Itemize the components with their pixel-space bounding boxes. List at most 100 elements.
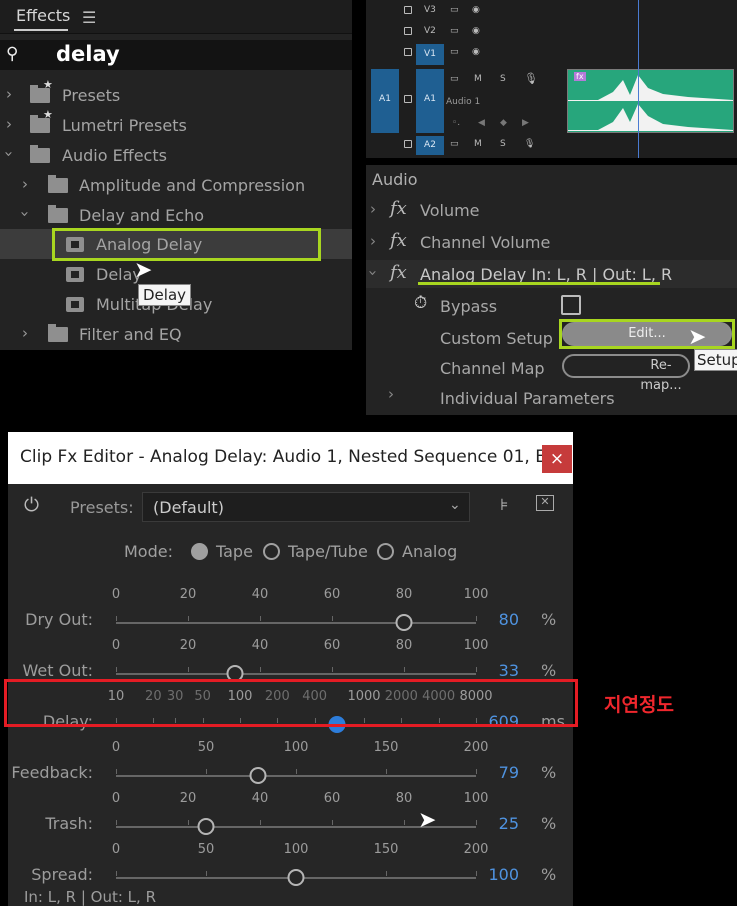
sync-icon[interactable]: ▭	[450, 5, 459, 15]
slider-value[interactable]: 25	[499, 814, 519, 833]
close-button[interactable]: ×	[542, 445, 572, 473]
effects-tab[interactable]: Effects	[16, 6, 70, 25]
lock-icon[interactable]	[404, 6, 412, 14]
eye-icon[interactable]: ◉	[472, 5, 480, 15]
tick-label: 20	[179, 638, 197, 653]
chevron-down-icon: ⌄	[449, 497, 461, 513]
slider-knob[interactable]	[249, 767, 267, 784]
custom-setup-label: Custom Setup	[440, 329, 553, 348]
power-icon[interactable]: ⏻	[24, 494, 39, 516]
slider-track[interactable]	[116, 622, 476, 624]
next-keyframe-icon[interactable]: ▶	[522, 118, 529, 128]
slider-value[interactable]: 79	[499, 763, 519, 782]
lock-icon[interactable]	[404, 140, 412, 148]
fx-icon[interactable]: fx	[390, 262, 407, 283]
chevron-right-icon[interactable]: ›	[388, 385, 394, 403]
sync-icon[interactable]: ▭	[450, 139, 459, 149]
chevron-down-icon[interactable]: ›	[0, 151, 18, 157]
remap-button[interactable]: Re-map...	[562, 354, 690, 393]
solo-button[interactable]: S	[500, 74, 506, 84]
source-patch-a1[interactable]: A1	[371, 69, 399, 133]
eye-icon[interactable]: ◉	[472, 47, 480, 57]
solo-button[interactable]: S	[500, 139, 506, 149]
bypass-checkbox[interactable]	[561, 295, 581, 315]
track-target-v1[interactable]: V1	[416, 44, 444, 65]
presets-dropdown[interactable]: (Default) ⌄	[142, 492, 470, 522]
effect-row-channel-volume[interactable]: › fx Channel Volume	[366, 228, 737, 256]
panel-menu-icon[interactable]: ☰	[82, 8, 96, 27]
individual-parameters-label[interactable]: Individual Parameters	[440, 389, 615, 408]
tick-mark	[386, 769, 387, 774]
chevron-right-icon[interactable]: ›	[370, 200, 376, 218]
tree-item-label: Filter and EQ	[79, 325, 182, 344]
slider-value[interactable]: 100	[488, 865, 519, 884]
slider-row-feedback: Feedback: 0 50 100 150 200 79%	[8, 735, 573, 785]
tree-item-label: Lumetri Presets	[62, 116, 187, 135]
sync-icon[interactable]: ▭	[450, 74, 459, 84]
slider-track[interactable]	[116, 673, 476, 675]
tick-label: 150	[373, 842, 399, 857]
chevron-right-icon[interactable]: ›	[22, 175, 28, 193]
lock-icon[interactable]	[404, 27, 412, 35]
volume-knob-icon[interactable]: ◦.	[452, 118, 460, 128]
tree-item-delay-and-echo[interactable]: › Delay and Echo	[0, 200, 352, 230]
slider-knob[interactable]	[395, 614, 413, 631]
slider-knob[interactable]	[287, 869, 305, 886]
audio-clip[interactable]: fx	[567, 69, 734, 133]
chevron-down-icon[interactable]: ›	[16, 211, 34, 217]
chevron-right-icon[interactable]: ›	[6, 85, 12, 103]
track-target-a1[interactable]: A1	[416, 69, 444, 133]
chevron-right-icon[interactable]: ›	[6, 115, 12, 133]
mute-button[interactable]: M	[474, 74, 482, 84]
tree-item-amplitude-compression[interactable]: › Amplitude and Compression	[0, 170, 352, 200]
slider-knob[interactable]	[197, 818, 215, 835]
chevron-right-icon[interactable]: ›	[22, 324, 28, 342]
effect-row-volume[interactable]: › fx Volume	[366, 196, 737, 224]
tree-item-presets[interactable]: › ★ Presets	[0, 78, 352, 110]
playhead[interactable]	[638, 0, 639, 158]
tick-mark	[188, 820, 189, 825]
tick-label: 200	[463, 842, 489, 857]
stopwatch-icon[interactable]: ⏱	[414, 293, 427, 313]
prev-keyframe-icon[interactable]: ◀	[478, 118, 485, 128]
eye-icon[interactable]: ◉	[472, 26, 480, 36]
tree-item-filter-and-eq[interactable]: › Filter and EQ	[0, 319, 352, 349]
fx-icon[interactable]: fx	[390, 230, 407, 251]
tooltip: Delay	[138, 284, 192, 306]
mode-radio-tape-tube[interactable]	[263, 543, 280, 560]
effects-search-field[interactable]: ⚲ delay	[0, 40, 352, 70]
sync-icon[interactable]: ▭	[450, 47, 459, 57]
chevron-right-icon[interactable]: ›	[370, 232, 376, 250]
search-input[interactable]: delay	[56, 42, 120, 66]
mute-button[interactable]: M	[474, 139, 482, 149]
tick-label: 20	[179, 791, 197, 806]
mode-radio-tape[interactable]	[191, 543, 208, 560]
slider-track[interactable]	[116, 775, 476, 777]
slider-value[interactable]: 33	[499, 661, 519, 680]
track-target-a2[interactable]: A2	[416, 136, 444, 155]
keyframe-icon[interactable]: ◆	[500, 118, 507, 128]
tree-item-lumetri-presets[interactable]: › ★ Lumetri Presets	[0, 108, 352, 140]
lock-icon[interactable]	[404, 48, 412, 56]
tree-item-audio-effects[interactable]: › Audio Effects	[0, 140, 352, 170]
fx-icon[interactable]: fx	[390, 198, 407, 219]
microphone-icon[interactable]: 🎙	[524, 139, 535, 149]
tick-label: 100	[283, 740, 309, 755]
presets-label: Presets:	[70, 498, 134, 517]
routing-icon[interactable]: ⊧	[500, 495, 508, 514]
mode-radio-analog[interactable]	[377, 543, 394, 560]
mouse-cursor-icon: ➤	[134, 258, 153, 283]
tick-mark	[116, 667, 117, 672]
audio-waveform	[568, 75, 733, 131]
tick-mark	[296, 769, 297, 774]
tick-mark	[404, 820, 405, 825]
chevron-down-icon[interactable]: ›	[364, 270, 382, 276]
slider-label: Feedback:	[11, 763, 93, 782]
microphone-icon[interactable]: 🎙	[524, 72, 538, 85]
tick-label: 80	[395, 638, 413, 653]
lock-icon[interactable]	[404, 95, 412, 103]
slider-value[interactable]: 80	[499, 610, 519, 629]
window-titlebar[interactable]: Clip Fx Editor - Analog Delay: Audio 1, …	[8, 432, 573, 484]
sync-icon[interactable]: ▭	[450, 26, 459, 36]
delete-preset-icon[interactable]: ✕	[536, 495, 554, 511]
